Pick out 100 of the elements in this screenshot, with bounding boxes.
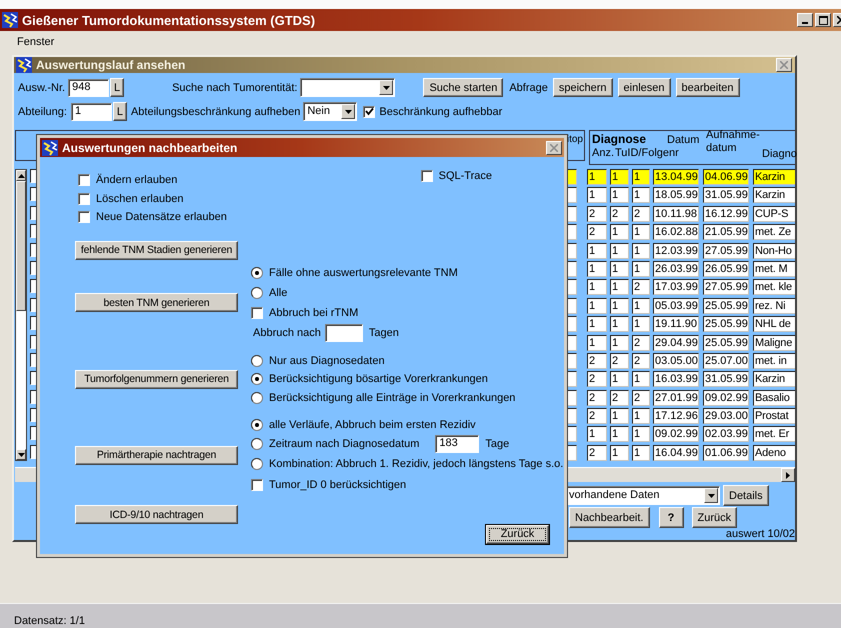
table-cell: 1 xyxy=(610,224,629,240)
menu-item[interactable]: Fenster xyxy=(17,36,54,48)
radio-button[interactable] xyxy=(251,354,263,367)
table-cell: 17.03.99 xyxy=(653,279,699,296)
details-button[interactable]: Details xyxy=(723,485,769,506)
row-checkbox[interactable] xyxy=(30,187,36,202)
row-checkbox[interactable] xyxy=(30,298,36,312)
query-button[interactable]: speichern xyxy=(552,78,613,97)
radio-button[interactable] xyxy=(251,438,263,450)
table-cell: 2 xyxy=(610,352,629,369)
input-field[interactable]: 1 xyxy=(70,102,112,120)
table-cell: 1 xyxy=(587,242,607,259)
back-button[interactable]: Zurück xyxy=(486,525,549,544)
row-checkbox[interactable] xyxy=(30,408,36,422)
action-button[interactable]: ? xyxy=(658,507,684,528)
radio-button[interactable] xyxy=(251,286,263,298)
action-button[interactable]: Nachbearbeit. xyxy=(569,507,650,528)
row-checkbox[interactable] xyxy=(30,169,36,183)
dropdown-field[interactable]: Nein xyxy=(303,102,358,121)
radio-button[interactable] xyxy=(251,392,263,404)
checkbox[interactable] xyxy=(251,479,263,492)
table-cell: 17.12.96 xyxy=(653,408,699,424)
table-cell: 09.02.99 xyxy=(703,390,749,406)
lookup-button[interactable]: L xyxy=(110,78,124,97)
table-cell: Karzin xyxy=(753,169,795,185)
input-field[interactable] xyxy=(324,324,363,342)
row-checkbox[interactable] xyxy=(30,352,36,367)
radio-label: Berücksichtigung bösartige Vorerkrankungen xyxy=(269,373,488,386)
checkbox[interactable] xyxy=(78,174,90,186)
radio-button[interactable] xyxy=(251,458,263,470)
row-checkbox[interactable] xyxy=(30,316,36,330)
checkbox[interactable] xyxy=(78,192,90,205)
radio-label: alle Verläufe, Abbruch beim ersten Rezidiv xyxy=(269,418,476,431)
minimize-button[interactable] xyxy=(797,13,813,27)
action-button[interactable]: Zurück xyxy=(692,507,738,528)
table-cell: met. Er xyxy=(753,426,795,442)
row-checkbox[interactable] xyxy=(30,260,36,275)
radio-button[interactable] xyxy=(251,418,263,431)
scrollbar[interactable] xyxy=(15,169,27,461)
table-cell: 1 xyxy=(610,426,629,442)
table-cell: 1 xyxy=(610,279,629,296)
checkbox[interactable] xyxy=(363,106,376,118)
scroll-down-icon[interactable] xyxy=(16,449,26,460)
maximize-icon xyxy=(818,16,828,24)
dropdown-field[interactable] xyxy=(300,78,396,97)
table-cell: 2 xyxy=(587,371,607,388)
query-button[interactable]: bearbeiten xyxy=(676,78,740,97)
radio-label: Alle xyxy=(269,286,288,298)
scroll-thumb[interactable] xyxy=(16,181,26,311)
table-cell: 26.05.99 xyxy=(703,260,749,277)
row-checkbox[interactable] xyxy=(30,426,36,440)
table-cell: Non-Ho xyxy=(753,242,795,259)
scroll-up-icon[interactable] xyxy=(16,170,26,181)
checkbox[interactable] xyxy=(78,211,90,224)
scroll-right-icon[interactable] xyxy=(781,468,795,482)
action-button[interactable]: Tumorfolgenummern generieren xyxy=(75,370,238,389)
table-cell: 31.05.99 xyxy=(703,187,749,204)
column-header: Anz. xyxy=(592,147,613,161)
table-cell: 1 xyxy=(632,298,650,314)
row-checkbox[interactable] xyxy=(30,224,36,238)
checkbox[interactable] xyxy=(251,306,263,318)
table-cell: 1 xyxy=(632,316,650,332)
column-header: Diagnose xyxy=(592,131,648,147)
action-button[interactable]: Primärtherapie nachtragen xyxy=(75,446,238,464)
table-cell: 1 xyxy=(587,187,607,204)
version-label: auswert 10/02 xyxy=(724,528,795,540)
checkbox-label: SQL-Trace xyxy=(438,170,492,182)
row-checkbox[interactable] xyxy=(30,334,36,349)
table-cell: 1 xyxy=(632,260,650,277)
row-checkbox[interactable] xyxy=(30,371,36,386)
action-button[interactable]: besten TNM generieren xyxy=(75,293,238,312)
radio-button[interactable] xyxy=(251,266,263,278)
checkbox[interactable] xyxy=(420,170,433,182)
search-button[interactable]: Suche starten xyxy=(423,78,504,97)
app-icon xyxy=(2,12,18,28)
action-button[interactable]: fehlende TNM Stadien generieren xyxy=(75,240,238,260)
close-button[interactable] xyxy=(776,58,792,72)
table-cell: 1 xyxy=(610,371,629,388)
close-button[interactable] xyxy=(546,140,562,154)
row-checkbox[interactable] xyxy=(30,390,36,404)
input-field[interactable]: 183 xyxy=(435,435,480,454)
dropdown-icon xyxy=(341,104,356,119)
table-cell: 29.03.00 xyxy=(703,408,749,424)
table-cell: 09.02.99 xyxy=(653,426,699,442)
action-button[interactable]: ICD-9/10 nachtragen xyxy=(75,505,238,524)
table-cell: 31.05.99 xyxy=(703,371,749,388)
table-cell: 29.04.99 xyxy=(653,334,699,351)
checkbox-label: Löschen erlauben xyxy=(96,192,184,205)
lookup-button[interactable]: L xyxy=(112,102,127,121)
table-cell: 1 xyxy=(610,334,629,351)
row-checkbox[interactable] xyxy=(30,206,36,220)
maximize-button[interactable] xyxy=(815,13,831,27)
row-checkbox[interactable] xyxy=(30,444,36,459)
input-field[interactable]: 948 xyxy=(68,78,110,96)
query-button[interactable]: einlesen xyxy=(618,78,671,97)
table-cell: 1 xyxy=(587,426,607,442)
row-checkbox[interactable] xyxy=(30,242,36,257)
dropdown-field[interactable]: vorhandene Daten xyxy=(565,486,720,506)
row-checkbox[interactable] xyxy=(30,279,36,294)
radio-button[interactable] xyxy=(251,373,263,386)
